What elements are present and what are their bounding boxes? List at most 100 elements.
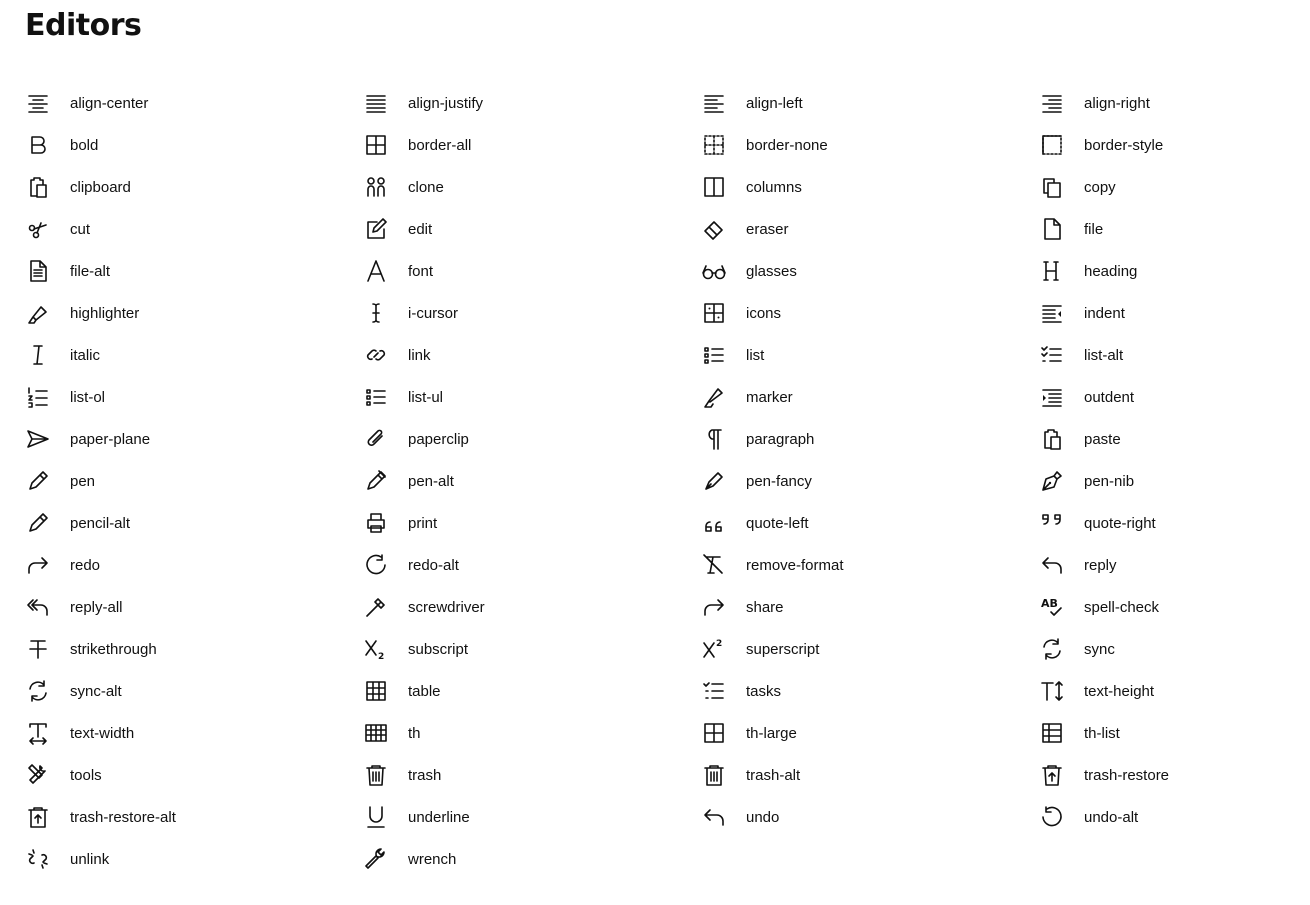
- icon-item-copy[interactable]: copy: [1039, 166, 1299, 208]
- icon-item-redo[interactable]: redo: [25, 544, 363, 586]
- icon-item-border-all[interactable]: border-all: [363, 124, 701, 166]
- icon-item-i-cursor[interactable]: i-cursor: [363, 292, 701, 334]
- list-icon: [701, 342, 727, 368]
- icon-item-trash-restore[interactable]: trash-restore: [1039, 754, 1299, 796]
- copy-icon: [1039, 174, 1065, 200]
- icon-item-reply-all[interactable]: reply-all: [25, 586, 363, 628]
- icon-item-undo-alt[interactable]: undo-alt: [1039, 796, 1299, 838]
- redo-alt-icon: [363, 552, 389, 578]
- icon-item-print[interactable]: print: [363, 502, 701, 544]
- icon-item-table[interactable]: table: [363, 670, 701, 712]
- share-icon: [701, 594, 727, 620]
- icon-item-paperclip[interactable]: paperclip: [363, 418, 701, 460]
- icon-item-align-left[interactable]: align-left: [701, 82, 1039, 124]
- icon-item-pencil-alt[interactable]: pencil-alt: [25, 502, 363, 544]
- icon-item-heading[interactable]: heading: [1039, 250, 1299, 292]
- icon-item-indent[interactable]: indent: [1039, 292, 1299, 334]
- icon-item-underline[interactable]: underline: [363, 796, 701, 838]
- icon-item-marker[interactable]: marker: [701, 376, 1039, 418]
- icon-item-superscript[interactable]: 2 superscript: [701, 628, 1039, 670]
- icon-item-pen-fancy[interactable]: pen-fancy: [701, 460, 1039, 502]
- icon-item-paragraph[interactable]: paragraph: [701, 418, 1039, 460]
- icon-item-file-alt[interactable]: file-alt: [25, 250, 363, 292]
- icon-item-pen-alt[interactable]: pen-alt: [363, 460, 701, 502]
- icon-item-th-large[interactable]: th-large: [701, 712, 1039, 754]
- icon-label: eraser: [746, 220, 789, 238]
- icon-item-eraser[interactable]: eraser: [701, 208, 1039, 250]
- icon-item-glasses[interactable]: glasses: [701, 250, 1039, 292]
- icon-item-align-right[interactable]: align-right: [1039, 82, 1299, 124]
- quote-left-icon: [701, 510, 727, 536]
- file-icon: [1039, 216, 1065, 242]
- icon-item-outdent[interactable]: outdent: [1039, 376, 1299, 418]
- icon-item-list-ul[interactable]: list-ul: [363, 376, 701, 418]
- icon-label: link: [408, 346, 431, 364]
- icon-item-spell-check[interactable]: AB spell-check: [1039, 586, 1299, 628]
- icon-item-sync[interactable]: sync: [1039, 628, 1299, 670]
- icon-item-remove-format[interactable]: remove-format: [701, 544, 1039, 586]
- icon-item-columns[interactable]: columns: [701, 166, 1039, 208]
- icon-item-align-center[interactable]: align-center: [25, 82, 363, 124]
- superscript-icon: 2: [701, 636, 727, 662]
- icon-item-trash-alt[interactable]: trash-alt: [701, 754, 1039, 796]
- icon-item-text-height[interactable]: text-height: [1039, 670, 1299, 712]
- icon-item-trash-restore-alt[interactable]: trash-restore-alt: [25, 796, 363, 838]
- icon-item-list[interactable]: list: [701, 334, 1039, 376]
- icon-item-border-none[interactable]: border-none: [701, 124, 1039, 166]
- icon-label: redo-alt: [408, 556, 459, 574]
- icon-item-align-justify[interactable]: align-justify: [363, 82, 701, 124]
- icon-item-screwdriver[interactable]: screwdriver: [363, 586, 701, 628]
- icon-item-reply[interactable]: reply: [1039, 544, 1299, 586]
- icon-item-th[interactable]: th: [363, 712, 701, 754]
- icon-item-edit[interactable]: edit: [363, 208, 701, 250]
- icon-label: font: [408, 262, 434, 280]
- icon-item-highlighter[interactable]: highlighter: [25, 292, 363, 334]
- icon-item-trash[interactable]: trash: [363, 754, 701, 796]
- icon-item-wrench[interactable]: wrench: [363, 838, 701, 880]
- icon-item-tasks[interactable]: tasks: [701, 670, 1039, 712]
- icon-item-tools[interactable]: tools: [25, 754, 363, 796]
- svg-text:2: 2: [716, 639, 722, 649]
- icon-item-border-style[interactable]: border-style: [1039, 124, 1299, 166]
- icon-item-quote-left[interactable]: quote-left: [701, 502, 1039, 544]
- icon-item-paste[interactable]: paste: [1039, 418, 1299, 460]
- wrench-icon: [363, 846, 389, 872]
- icon-item-link[interactable]: link: [363, 334, 701, 376]
- icon-item-pen-nib[interactable]: pen-nib: [1039, 460, 1299, 502]
- icon-item-pen[interactable]: pen: [25, 460, 363, 502]
- trash-restore-icon: [1039, 762, 1065, 788]
- icon-item-undo[interactable]: undo: [701, 796, 1039, 838]
- undo-alt-icon: [1039, 804, 1065, 830]
- icon-label: file-alt: [70, 262, 111, 280]
- icon-item-cut[interactable]: cut: [25, 208, 363, 250]
- icon-item-list-ol[interactable]: list-ol: [25, 376, 363, 418]
- icon-item-text-width[interactable]: text-width: [25, 712, 363, 754]
- icon-item-font[interactable]: font: [363, 250, 701, 292]
- screwdriver-icon: [363, 594, 389, 620]
- icon-item-sync-alt[interactable]: sync-alt: [25, 670, 363, 712]
- icon-item-redo-alt[interactable]: redo-alt: [363, 544, 701, 586]
- icon-item-clipboard[interactable]: clipboard: [25, 166, 363, 208]
- icon-item-italic[interactable]: italic: [25, 334, 363, 376]
- icon-item-th-list[interactable]: th-list: [1039, 712, 1299, 754]
- page-title: Editors: [25, 8, 142, 43]
- icon-item-paper-plane[interactable]: paper-plane: [25, 418, 363, 460]
- icon-item-share[interactable]: share: [701, 586, 1039, 628]
- icon-item-file[interactable]: file: [1039, 208, 1299, 250]
- quote-right-icon: [1039, 510, 1065, 536]
- icon-label: reply-all: [70, 598, 123, 616]
- icon-item-subscript[interactable]: 2 subscript: [363, 628, 701, 670]
- icon-label: border-style: [1084, 136, 1164, 154]
- icon-item-icons[interactable]: icons: [701, 292, 1039, 334]
- clipboard-icon: [25, 174, 51, 200]
- icon-item-unlink[interactable]: unlink: [25, 838, 363, 880]
- icon-item-bold[interactable]: bold: [25, 124, 363, 166]
- pen-icon: [25, 468, 51, 494]
- icon-label: tasks: [746, 682, 782, 700]
- icon-item-strikethrough[interactable]: strikethrough: [25, 628, 363, 670]
- icon-label: superscript: [746, 640, 820, 658]
- icon-label: italic: [70, 346, 101, 364]
- icon-item-list-alt[interactable]: list-alt: [1039, 334, 1299, 376]
- icon-item-clone[interactable]: clone: [363, 166, 701, 208]
- icon-item-quote-right[interactable]: quote-right: [1039, 502, 1299, 544]
